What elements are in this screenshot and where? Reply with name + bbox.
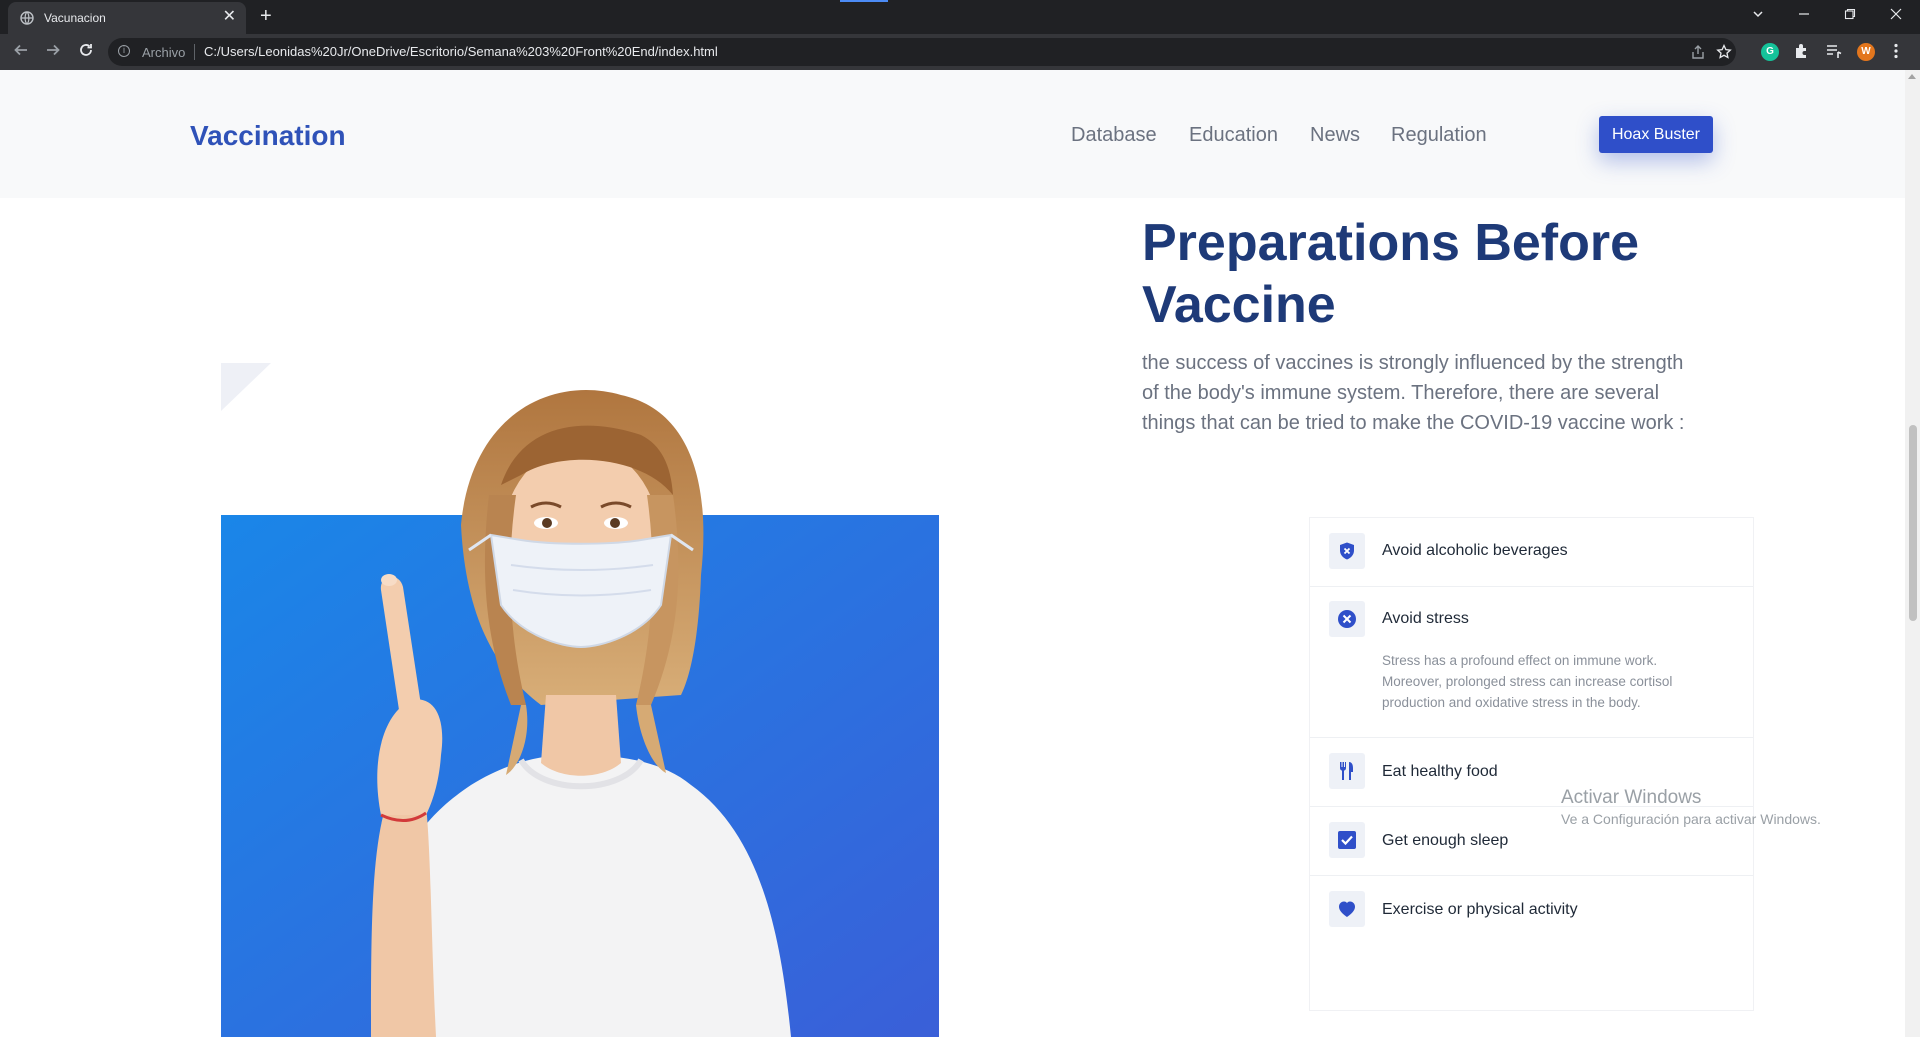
scroll-up-icon[interactable] bbox=[1908, 74, 1916, 79]
nav-link-news[interactable]: News bbox=[1310, 124, 1360, 147]
windows-activation-title: Activar Windows bbox=[1561, 787, 1702, 808]
puzzle-icon[interactable] bbox=[1793, 42, 1811, 66]
checkbox-icon bbox=[1329, 822, 1365, 858]
address-separator bbox=[194, 44, 195, 60]
page-viewport: Vaccination Database Education News Regu… bbox=[0, 70, 1905, 1037]
list-item[interactable]: Avoid alcoholic beverages bbox=[1310, 518, 1753, 587]
item-detail: Stress has a profound effect on immune w… bbox=[1382, 653, 1673, 710]
item-label: Avoid alcoholic beverages bbox=[1382, 542, 1568, 559]
share-icon[interactable] bbox=[1690, 44, 1706, 63]
kebab-menu-icon[interactable] bbox=[1893, 42, 1899, 66]
item-label: Avoid stress bbox=[1382, 610, 1469, 627]
item-label: Eat healthy food bbox=[1382, 763, 1498, 780]
hoax-buster-button[interactable]: Hoax Buster bbox=[1599, 116, 1713, 153]
nav-link-database[interactable]: Database bbox=[1071, 124, 1157, 147]
item-label: Get enough sleep bbox=[1382, 832, 1509, 849]
list-item[interactable]: Avoid stress Stress has a profound effec… bbox=[1310, 586, 1753, 738]
circle-x-icon bbox=[1329, 601, 1365, 637]
forward-arrow-icon[interactable] bbox=[43, 42, 63, 62]
url-text[interactable]: C:/Users/Leonidas%20Jr/OneDrive/Escritor… bbox=[204, 44, 718, 59]
reload-icon[interactable] bbox=[76, 42, 96, 62]
masked-woman-illustration bbox=[221, 390, 939, 1037]
windows-activation-subtitle: Ve a Configuración para activar Windows. bbox=[1561, 811, 1821, 827]
brand-logo[interactable]: Vaccination bbox=[190, 120, 346, 152]
nav-link-regulation[interactable]: Regulation bbox=[1391, 124, 1487, 147]
tab-title: Vacunacion bbox=[44, 11, 106, 25]
tab-search-icon[interactable] bbox=[1746, 5, 1770, 25]
list-item[interactable]: Exercise or physical activity bbox=[1310, 875, 1753, 944]
extension-g-icon[interactable]: G bbox=[1761, 43, 1779, 61]
tab-close-icon[interactable]: ✕ bbox=[223, 9, 236, 25]
hero-photo bbox=[221, 375, 939, 1037]
utensils-icon bbox=[1329, 753, 1365, 789]
hero-title: Preparations Before Vaccine bbox=[1142, 214, 1640, 334]
info-icon[interactable]: i bbox=[118, 45, 130, 57]
address-bar[interactable]: i Archivo C:/Users/Leonidas%20Jr/OneDriv… bbox=[108, 38, 1736, 66]
new-tab-button[interactable]: + bbox=[260, 5, 272, 27]
browser-tab[interactable]: Vacunacion ✕ bbox=[8, 2, 246, 34]
hero-description: the success of vaccines is strongly infl… bbox=[1142, 352, 1685, 434]
browser-tabbar: Vacunacion ✕ + bbox=[0, 0, 1920, 34]
globe-icon bbox=[20, 11, 34, 25]
back-arrow-icon[interactable] bbox=[11, 42, 31, 62]
star-icon[interactable] bbox=[1716, 43, 1732, 63]
reading-list-icon[interactable] bbox=[1825, 42, 1843, 66]
page-scrollbar[interactable] bbox=[1905, 70, 1920, 1037]
item-label: Exercise or physical activity bbox=[1382, 901, 1578, 918]
shield-x-icon bbox=[1329, 533, 1365, 569]
address-scheme-label: Archivo bbox=[142, 45, 186, 60]
preparation-checklist: Avoid alcoholic beverages Avoid stress S… bbox=[1309, 517, 1754, 1011]
profile-avatar[interactable]: W bbox=[1857, 43, 1875, 61]
browser-toolbar: i Archivo C:/Users/Leonidas%20Jr/OneDriv… bbox=[0, 34, 1920, 70]
minimize-icon[interactable] bbox=[1792, 5, 1816, 25]
heart-icon bbox=[1329, 891, 1365, 927]
scroll-thumb[interactable] bbox=[1909, 425, 1917, 621]
close-icon[interactable] bbox=[1884, 5, 1908, 25]
site-header: Vaccination Database Education News Regu… bbox=[0, 70, 1905, 198]
tab-loading-indicator bbox=[840, 0, 888, 2]
nav-link-education[interactable]: Education bbox=[1189, 124, 1278, 147]
restore-icon[interactable] bbox=[1838, 5, 1862, 25]
